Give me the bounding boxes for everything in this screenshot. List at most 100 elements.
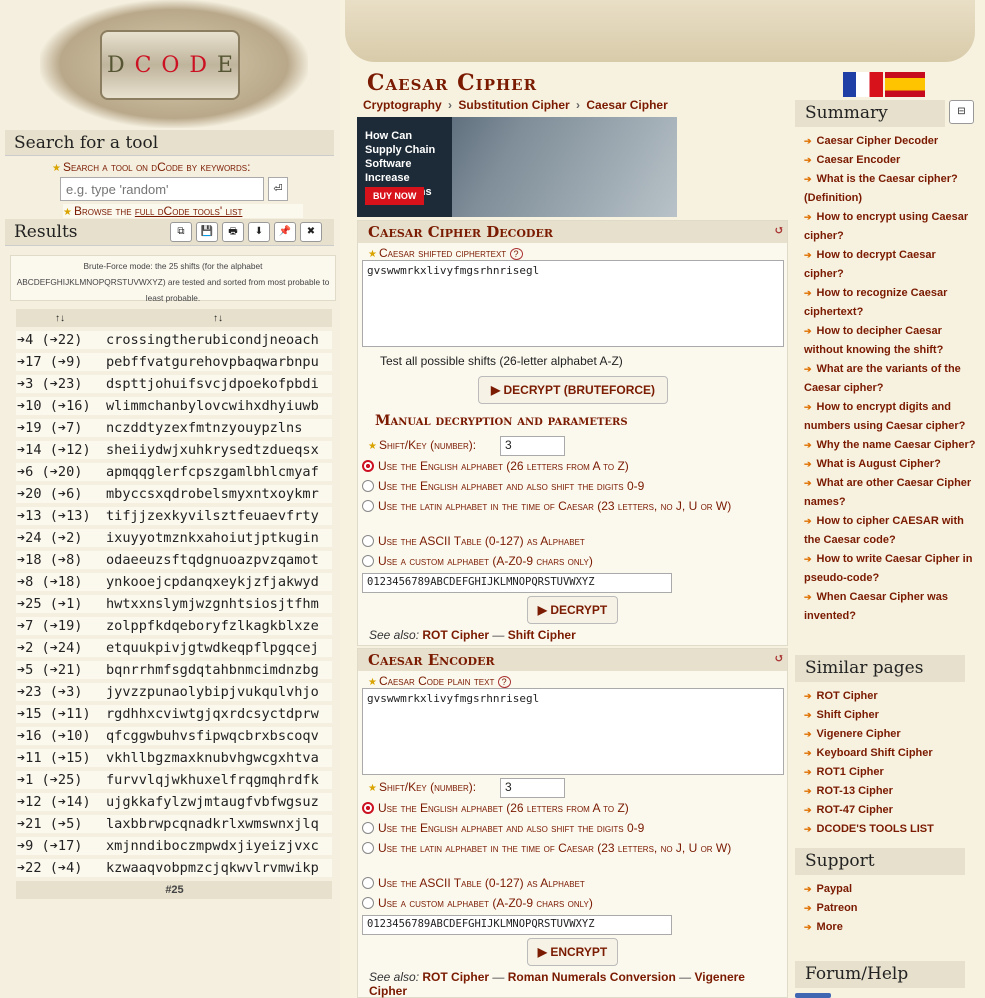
result-row[interactable]: ➔15 (➔11) rgdhhxcviwtgjqxrdcsyctdprw [16,705,332,723]
summary-item-link[interactable]: What is the Caesar cipher? (Definition) [804,173,958,204]
shift-input[interactable]: 3 [500,436,565,456]
result-row[interactable]: ➔18 (➔8) odaeeuzsftqdgnuoazpvzqamot [16,551,332,569]
decrypt-button[interactable]: ▶ DECRYPT [527,596,618,624]
breadcrumb-substitution[interactable]: Substitution Cipher [458,98,569,112]
summary-item-link[interactable]: How to cipher CAESAR with the Caesar cod… [804,515,964,546]
print-icon[interactable]: 🖶 [222,222,244,242]
support-item-link[interactable]: Paypal [817,883,852,895]
support-item-link[interactable]: More [817,921,843,933]
result-text[interactable]: laxbbrwpcqnadkrlxwmswnxjlq [104,815,332,833]
reload-icon[interactable]: ↺ [774,651,784,665]
result-row[interactable]: ➔20 (➔6) mbyccsxqdrobelsmyxntxoykmr [16,485,332,503]
link-shift-cipher[interactable]: Shift Cipher [508,628,576,642]
result-text[interactable]: ynkooejcpdanqxeykjzfjakwyd [104,573,332,591]
result-row[interactable]: ➔23 (➔3) jyvzzpunaolybipjvukqulvhjo [16,683,332,701]
result-row[interactable]: ➔16 (➔10) qfcggwbuhvsfipwqcbrxbscoqv [16,727,332,745]
radio-custom-alphabet[interactable]: Use a custom alphabet (A-Z0-9 chars only… [362,552,782,571]
result-row[interactable]: ➔10 (➔16) wlimmchanbylovcwihxdhyiuwb [16,397,332,415]
result-text[interactable]: odaeeuzsftqdgnuoazpvzqamot [104,551,332,569]
link-rot-cipher[interactable]: ROT Cipher [422,628,489,642]
radio-english-digits[interactable]: Use the English alphabet and also shift … [362,477,782,496]
close-icon[interactable]: ✖ [300,222,322,242]
result-text[interactable]: dspttjohuifsvcjdpoekofpbdi [104,375,332,393]
reload-icon[interactable]: ↺ [774,223,784,237]
result-row[interactable]: ➔1 (➔25) furvvlqjwkhuxelfrqgmqhrdfk [16,771,332,789]
result-text[interactable]: qfcggwbuhvsfipwqcbrxbscoqv [104,727,332,745]
result-row[interactable]: ➔25 (➔1) hwtxxnslymjwzgnhtsiosjtfhm [16,595,332,613]
search-input[interactable] [60,177,264,201]
search-submit-button[interactable]: ⏎ [268,177,288,201]
summary-item-link[interactable]: How to decrypt Caesar cipher? [804,249,936,280]
result-row[interactable]: ➔3 (➔23) dspttjohuifsvcjdpoekofpbdi [16,375,332,393]
similar-page-item-link[interactable]: ROT Cipher [817,690,878,702]
radio-ascii[interactable]: Use the ASCII Table (0-127) as Alphabet [362,874,782,893]
result-text[interactable]: ujgkkafylzwjmtaugfvbfwgsuz [104,793,332,811]
collapse-icon[interactable]: ⊟ [949,100,974,124]
result-text[interactable]: pebffvatgurehovpbaqwarbnpu [104,353,332,371]
result-row[interactable]: ➔2 (➔24) etquukpivjgtwdkeqpflpgqcej [16,639,332,657]
similar-page-item-link[interactable]: Keyboard Shift Cipher [817,747,933,759]
encoder-custom-alphabet-input[interactable]: 0123456789ABCDEFGHIJKLMNOPQRSTUVWXYZ [362,915,672,935]
summary-item-link[interactable]: Caesar Encoder [817,154,901,166]
result-row[interactable]: ➔19 (➔7) nczddtyzexfmtnzyouypzlns [16,419,332,437]
result-text[interactable]: furvvlqjwkhuxelfrqgmqhrdfk [104,771,332,789]
result-text[interactable]: tifjjzexkyvilsztfeuaevfrty [104,507,332,525]
browse-tools-link[interactable]: full dCode tools' list [135,204,243,218]
result-row[interactable]: ➔7 (➔19) zolppfkdqeboryfzlkagkblxze [16,617,332,635]
link-rot-cipher[interactable]: ROT Cipher [422,970,489,984]
decrypt-bruteforce-button[interactable]: ▶ DECRYPT (BRUTEFORCE) [478,376,668,404]
result-row[interactable]: ➔5 (➔21) bqnrrhmfsgdqtahbnmcimdnzbg [16,661,332,679]
result-text[interactable]: hwtxxnslymjwzgnhtsiosjtfhm [104,595,332,613]
similar-page-item-link[interactable]: DCODE'S TOOLS LIST [817,823,934,835]
result-text[interactable]: crossingtherubicondjneoach [104,331,332,349]
result-text[interactable]: sheiiydwjxuhkrysedtzdueqsx [104,441,332,459]
result-row[interactable]: ➔12 (➔14) ujgkkafylzwjmtaugfvbfwgsuz [16,793,332,811]
result-row[interactable]: ➔11 (➔15) vkhllbgzmaxknubvhgwcgxhtva [16,749,332,767]
radio-english-26[interactable]: Use the English alphabet (26 letters fro… [362,457,782,476]
summary-item-link[interactable]: Caesar Cipher Decoder [817,135,939,147]
result-text[interactable]: zolppfkdqeboryfzlkagkblxze [104,617,332,635]
result-row[interactable]: ➔22 (➔4) kzwaaqvobpmzcjqkwvlrvmwikp [16,859,332,877]
result-row[interactable]: ➔6 (➔20) apmqqglerfcpszgamlbhlcmyaf [16,463,332,481]
result-row[interactable]: ➔13 (➔13) tifjjzexkyvilsztfeuaevfrty [16,507,332,525]
result-text[interactable]: etquukpivjgtwdkeqpflpgqcej [104,639,332,657]
result-row[interactable]: ➔17 (➔9) pebffvatgurehovpbaqwarbnpu [16,353,332,371]
ciphertext-input[interactable] [362,260,784,347]
result-text[interactable]: bqnrrhmfsgdqtahbnmcimdnzbg [104,661,332,679]
summary-item-link[interactable]: What are the variants of the Caesar ciph… [804,363,961,394]
result-row[interactable]: ➔4 (➔22) crossingtherubicondjneoach [16,331,332,349]
spanish-flag-icon[interactable] [885,72,925,97]
similar-page-item-link[interactable]: Vigenere Cipher [817,728,901,740]
breadcrumb-cryptography[interactable]: Cryptography [363,98,442,112]
copy-icon[interactable]: ⧉ [170,222,192,242]
result-text[interactable]: rgdhhxcviwtgjqxrdcsyctdprw [104,705,332,723]
encrypt-button[interactable]: ▶ ENCRYPT [527,938,618,966]
french-flag-icon[interactable] [843,72,883,97]
result-text[interactable]: nczddtyzexfmtnzyouypzlns [104,419,332,437]
download-icon[interactable]: ⬇ [248,222,270,242]
radio-english-digits[interactable]: Use the English alphabet and also shift … [362,819,782,838]
result-text[interactable]: wlimmchanbylovcwihxdhyiuwb [104,397,332,415]
radio-latin-23[interactable]: Use the latin alphabet in the time of Ca… [362,497,782,516]
result-row[interactable]: ➔24 (➔2) ixuyyotmznkxahoiutjptkugin [16,529,332,547]
ad-buy-button[interactable]: BUY NOW [365,187,425,205]
result-text[interactable]: mbyccsxqdrobelsmyxntxoykmr [104,485,332,503]
plaintext-input[interactable] [362,688,784,775]
summary-item-link[interactable]: When Caesar Cipher was invented? [804,591,948,622]
similar-page-item-link[interactable]: ROT1 Cipher [817,766,884,778]
sort-key-column[interactable]: ↑↓ [16,309,104,327]
similar-page-item-link[interactable]: Shift Cipher [817,709,879,721]
summary-item-link[interactable]: How to encrypt digits and numbers using … [804,401,965,432]
summary-item-link[interactable]: What is August Cipher? [817,458,941,470]
dcode-logo[interactable]: D C O D E [40,0,308,128]
result-text[interactable]: jyvzzpunaolybipjvukqulvhjo [104,683,332,701]
radio-latin-23[interactable]: Use the latin alphabet in the time of Ca… [362,839,782,858]
sort-text-column[interactable]: ↑↓ [104,309,332,327]
save-icon[interactable]: 💾 [196,222,218,242]
result-text[interactable]: vkhllbgzmaxknubvhgwcgxhtva [104,749,332,767]
radio-custom-alphabet[interactable]: Use a custom alphabet (A-Z0-9 chars only… [362,894,782,913]
help-icon[interactable]: ? [497,676,511,688]
radio-english-26[interactable]: Use the English alphabet (26 letters fro… [362,799,782,818]
result-row[interactable]: ➔9 (➔17) xmjnndiboczmpwdxjiyeizjvxc [16,837,332,855]
encoder-shift-input[interactable]: 3 [500,778,565,798]
